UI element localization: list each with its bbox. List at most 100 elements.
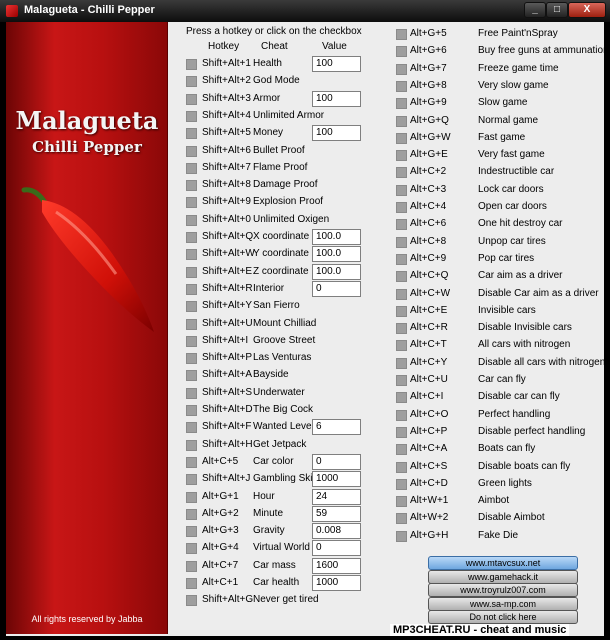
cheat-checkbox[interactable] — [396, 253, 407, 265]
link-button[interactable]: www.mtavcsux.net — [428, 556, 578, 570]
link-button[interactable]: Do not click here — [428, 610, 578, 625]
link-button[interactable]: www.sa-mp.com — [428, 596, 578, 611]
cheat-checkbox[interactable] — [396, 496, 407, 508]
cheat-checkbox[interactable] — [186, 543, 197, 555]
cheat-row: Alt+C+W Disable Car aim as a driver — [396, 286, 599, 303]
cheat-checkbox[interactable] — [186, 526, 197, 538]
cheat-checkbox[interactable] — [396, 184, 407, 196]
cheat-checkbox[interactable] — [186, 145, 197, 157]
cheat-checkbox[interactable] — [186, 110, 197, 122]
cheat-checkbox[interactable] — [186, 162, 197, 174]
cheat-hotkey: Alt+G+H — [410, 529, 449, 541]
cheat-checkbox[interactable] — [396, 236, 407, 248]
cheat-value-input[interactable]: 1000 — [312, 471, 361, 488]
title-bar[interactable]: Malagueta - Chilli Pepper _ □ X — [0, 0, 610, 22]
cheat-name: Car color — [253, 455, 294, 467]
cheat-checkbox[interactable] — [186, 128, 197, 140]
cheat-value-input[interactable]: 100 — [312, 90, 361, 107]
cheat-checkbox[interactable] — [186, 335, 197, 347]
link-button[interactable]: www.troyrulz007.com — [428, 583, 578, 598]
cheat-checkbox[interactable] — [396, 375, 407, 386]
cheat-value-input[interactable]: 59 — [312, 505, 361, 522]
cheat-checkbox[interactable] — [396, 357, 407, 369]
cheat-checkbox[interactable] — [186, 232, 197, 243]
cheat-checkbox[interactable] — [396, 426, 407, 438]
cheat-checkbox[interactable] — [396, 305, 407, 317]
cheat-checkbox[interactable] — [396, 340, 407, 352]
cheat-checkbox[interactable] — [186, 456, 197, 468]
cheat-value-input[interactable]: 0.008 — [312, 523, 361, 540]
cheat-value-input[interactable]: 100.0 — [312, 229, 361, 245]
cheat-checkbox[interactable] — [396, 323, 407, 335]
cheat-value-input[interactable]: 24 — [312, 488, 361, 505]
cheat-row: Shift+Alt+Q X coordinate 100.0 — [186, 229, 366, 246]
cheat-value-input[interactable]: 100 — [312, 56, 361, 72]
cheat-value-input[interactable]: 0 — [312, 280, 361, 297]
cheat-checkbox[interactable] — [396, 46, 407, 58]
cheat-checkbox[interactable] — [186, 560, 197, 572]
cheat-checkbox[interactable] — [186, 353, 197, 365]
cheat-checkbox[interactable] — [396, 150, 407, 162]
cheat-checkbox[interactable] — [396, 392, 407, 404]
cheat-checkbox[interactable] — [396, 461, 407, 473]
cheat-checkbox[interactable] — [396, 63, 407, 75]
cheat-checkbox[interactable] — [186, 595, 197, 607]
cheat-row: Alt+C+1 Car health 1000 — [186, 575, 366, 592]
maximize-button[interactable]: □ — [546, 2, 568, 18]
cheat-value-input[interactable]: 0 — [312, 540, 361, 557]
cheat-value-input[interactable]: 100.0 — [312, 246, 361, 263]
cheat-checkbox[interactable] — [396, 98, 407, 110]
cheat-checkbox[interactable] — [186, 387, 197, 399]
cheat-hotkey: Alt+G+3 — [202, 525, 239, 537]
cheat-checkbox[interactable] — [186, 197, 197, 209]
cheat-checkbox[interactable] — [186, 405, 197, 416]
cheat-checkbox[interactable] — [186, 283, 197, 295]
cheat-name: Explosion Proof — [253, 196, 324, 208]
cheat-checkbox[interactable] — [186, 180, 197, 192]
cheat-hotkey: Alt+C+S — [410, 460, 448, 472]
cheat-checkbox[interactable] — [186, 491, 197, 503]
cheat-checkbox[interactable] — [186, 59, 197, 70]
cheat-checkbox[interactable] — [186, 266, 197, 278]
cheat-checkbox[interactable] — [186, 214, 197, 226]
cheat-value-input[interactable]: 1600 — [312, 557, 361, 574]
cheat-checkbox[interactable] — [396, 219, 407, 231]
cheat-checkbox[interactable] — [396, 409, 407, 421]
cheat-checkbox[interactable] — [396, 444, 407, 456]
link-button[interactable]: www.gamehack.it — [428, 569, 578, 584]
cheat-checkbox[interactable] — [396, 288, 407, 300]
cheat-checkbox[interactable] — [186, 301, 197, 313]
cheat-checkbox[interactable] — [186, 578, 197, 589]
cheat-checkbox[interactable] — [186, 249, 197, 261]
cheat-checkbox[interactable] — [396, 202, 407, 213]
cheat-checkbox[interactable] — [396, 478, 407, 490]
cheat-checkbox[interactable] — [186, 318, 197, 330]
cheat-checkbox[interactable] — [396, 132, 407, 144]
close-button[interactable]: X — [568, 2, 606, 18]
cheat-row: Shift+Alt+W Y coordinate 100.0 — [186, 246, 366, 263]
cheat-checkbox[interactable] — [396, 167, 407, 179]
cheat-value-input[interactable]: 1000 — [312, 575, 361, 591]
cheat-name: Buy free guns at ammunation — [478, 45, 609, 57]
cheat-checkbox[interactable] — [186, 93, 197, 105]
cheat-checkbox[interactable] — [396, 80, 407, 92]
cheat-checkbox[interactable] — [396, 115, 407, 127]
cheat-row: Shift+Alt+6 Bullet Proof — [186, 143, 366, 160]
cheat-value-input[interactable]: 100.0 — [312, 263, 361, 280]
minimize-button[interactable]: _ — [524, 2, 546, 18]
cheat-hotkey: Alt+G+1 — [202, 490, 239, 502]
cheat-value-input[interactable]: 100 — [312, 125, 361, 142]
cheat-checkbox[interactable] — [396, 271, 407, 283]
cheat-checkbox[interactable] — [186, 422, 197, 434]
cheat-checkbox[interactable] — [186, 439, 197, 451]
cheat-checkbox[interactable] — [396, 513, 407, 525]
cheat-checkbox[interactable] — [186, 370, 197, 382]
cheat-name: Virtual World — [253, 542, 310, 554]
cheat-value-input[interactable]: 6 — [312, 419, 361, 436]
cheat-checkbox[interactable] — [396, 530, 407, 542]
cheat-value-input[interactable]: 0 — [312, 453, 361, 470]
cheat-checkbox[interactable] — [186, 76, 197, 88]
cheat-checkbox[interactable] — [186, 508, 197, 520]
cheat-checkbox[interactable] — [396, 29, 407, 40]
cheat-checkbox[interactable] — [186, 474, 197, 486]
